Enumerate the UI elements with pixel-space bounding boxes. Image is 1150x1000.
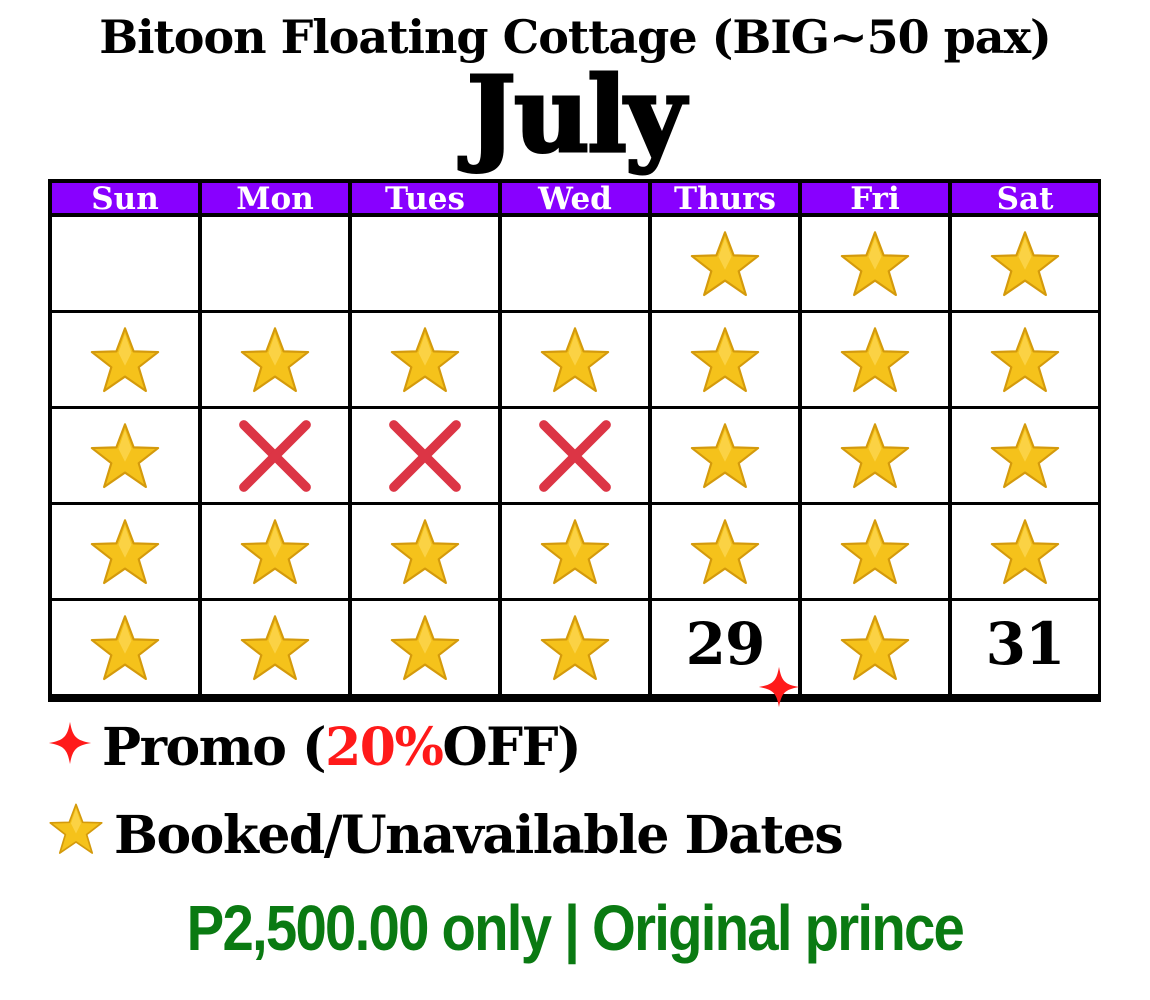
star-icon <box>539 612 611 684</box>
weekday-thurs: Thurs <box>652 183 798 213</box>
star-icon <box>389 324 461 396</box>
calendar-cell[interactable] <box>202 409 348 502</box>
calendar-cell[interactable] <box>52 505 198 598</box>
calendar-cell[interactable] <box>652 409 798 502</box>
star-icon <box>539 516 611 588</box>
calendar-cell[interactable] <box>202 505 348 598</box>
calendar-cell[interactable] <box>352 313 498 406</box>
calendar-cell[interactable] <box>202 601 348 694</box>
star-icon <box>839 516 911 588</box>
calendar-cell[interactable] <box>52 601 198 694</box>
legend-booked-label: Booked/Unavailable Dates <box>114 804 844 866</box>
x-mark-icon <box>236 417 314 495</box>
day-number: 29 <box>685 609 766 678</box>
x-mark-icon <box>536 417 614 495</box>
calendar-cell[interactable] <box>652 505 798 598</box>
red-sparkle-icon <box>48 717 92 778</box>
weekday-sun: Sun <box>52 183 198 213</box>
star-icon <box>89 612 161 684</box>
calendar-grid: Sun Mon Tues Wed Thurs Fri Sat 29 31 <box>48 179 1101 702</box>
calendar-cell[interactable] <box>502 601 648 694</box>
star-icon <box>389 516 461 588</box>
star-icon <box>89 516 161 588</box>
star-icon <box>839 228 911 300</box>
weekday-mon: Mon <box>202 183 348 213</box>
calendar-cell[interactable] <box>352 601 498 694</box>
month-title: July <box>465 52 687 178</box>
star-icon <box>989 324 1061 396</box>
calendar-cell[interactable] <box>952 409 1098 502</box>
promo-sparkle-icon <box>758 666 800 712</box>
star-icon <box>839 420 911 492</box>
calendar-cell[interactable]: 31 <box>952 601 1098 694</box>
calendar-cell[interactable] <box>502 217 648 310</box>
legend-promo: Promo (20% OFF) <box>48 712 582 782</box>
star-icon <box>689 420 761 492</box>
calendar-cell[interactable] <box>652 313 798 406</box>
star-icon <box>989 516 1061 588</box>
calendar-cell[interactable] <box>802 313 948 406</box>
x-mark-icon <box>386 417 464 495</box>
calendar-cell[interactable] <box>502 409 648 502</box>
weekday-fri: Fri <box>802 183 948 213</box>
legend-promo-percent: 20% <box>325 716 444 778</box>
calendar-cell[interactable] <box>802 601 948 694</box>
star-icon <box>539 324 611 396</box>
star-icon <box>989 420 1061 492</box>
calendar-cell[interactable] <box>802 217 948 310</box>
price-text: P2,500.00 only | Original prince <box>186 892 965 964</box>
calendar-cell[interactable] <box>502 313 648 406</box>
star-icon <box>239 612 311 684</box>
calendar-cell[interactable] <box>802 505 948 598</box>
calendar-cell[interactable] <box>202 217 348 310</box>
calendar-cell[interactable] <box>52 409 198 502</box>
calendar-cell[interactable] <box>952 217 1098 310</box>
star-icon <box>839 324 911 396</box>
calendar-cell[interactable] <box>952 505 1098 598</box>
star-icon <box>689 516 761 588</box>
star-icon <box>48 801 104 870</box>
star-icon <box>989 228 1061 300</box>
legend-promo-suffix: OFF) <box>442 716 581 778</box>
calendar-cell[interactable] <box>652 217 798 310</box>
star-icon <box>239 516 311 588</box>
star-icon <box>389 612 461 684</box>
calendar-cell[interactable] <box>352 505 498 598</box>
star-icon <box>89 324 161 396</box>
calendar-cell[interactable] <box>52 313 198 406</box>
star-icon <box>89 420 161 492</box>
star-icon <box>689 228 761 300</box>
calendar-cell[interactable] <box>202 313 348 406</box>
calendar-cell[interactable] <box>52 217 198 310</box>
calendar-cell[interactable] <box>502 505 648 598</box>
star-icon <box>689 324 761 396</box>
calendar-cell[interactable] <box>802 409 948 502</box>
calendar-cell[interactable] <box>352 217 498 310</box>
weekday-tues: Tues <box>352 183 498 213</box>
day-number: 31 <box>985 609 1066 678</box>
star-icon <box>839 612 911 684</box>
calendar-cell[interactable] <box>352 409 498 502</box>
calendar-cell[interactable] <box>952 313 1098 406</box>
legend-booked: Booked/Unavailable Dates <box>48 800 844 870</box>
legend-promo-prefix: Promo ( <box>102 716 327 778</box>
weekday-wed: Wed <box>502 183 648 213</box>
star-icon <box>239 324 311 396</box>
weekday-sat: Sat <box>952 183 1098 213</box>
